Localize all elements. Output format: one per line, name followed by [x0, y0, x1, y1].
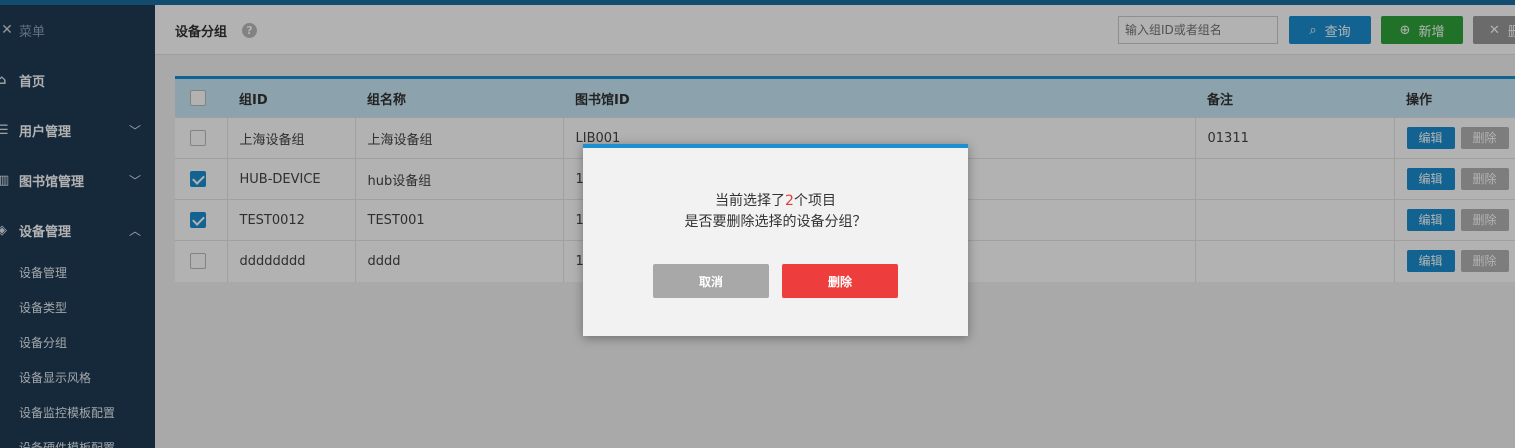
dialog-message-suffix: 个项目: [793, 193, 836, 209]
confirm-delete-button[interactable]: 删除: [782, 264, 898, 298]
dialog-message-selection: 当前选择了2个项目: [583, 190, 968, 210]
cancel-button[interactable]: 取消: [653, 264, 769, 298]
selected-count: 2: [785, 193, 794, 209]
dialog-message-prefix: 当前选择了: [715, 193, 786, 209]
delete-confirm-dialog: 当前选择了2个项目 是否要删除选择的设备分组？ 取消 删除: [583, 144, 968, 336]
dialog-message-question: 是否要删除选择的设备分组？: [684, 214, 867, 230]
